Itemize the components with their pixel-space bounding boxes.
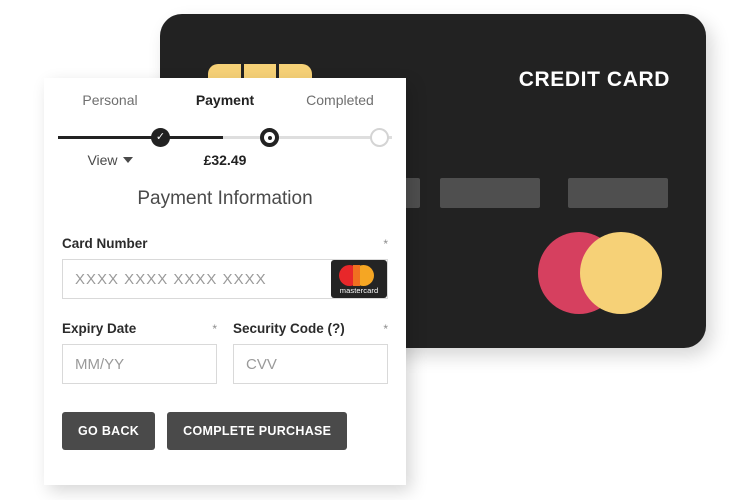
security-code-label[interactable]: Security Code (?) xyxy=(233,321,345,336)
step-label-personal[interactable]: Personal xyxy=(60,92,160,108)
check-circle-icon[interactable]: ✓ xyxy=(151,128,170,147)
mastercard-yellow-circle xyxy=(580,232,662,314)
step-track-filled xyxy=(58,136,223,139)
card-number-field-block: Card Number * mastercard xyxy=(44,236,406,299)
go-back-button[interactable]: GO BACK xyxy=(62,412,156,450)
expiry-input[interactable] xyxy=(62,344,217,384)
card-number-label-row: Card Number * xyxy=(62,236,388,251)
circle-empty-icon xyxy=(370,128,389,147)
step-label-completed: Completed xyxy=(306,92,374,108)
payment-form-panel: Personal Payment Completed ✓ View £32.49… xyxy=(44,78,406,485)
step-sub-row: View £32.49 . xyxy=(44,152,406,168)
mastercard-circles-icon xyxy=(538,232,662,314)
card-brand-label: CREDIT CARD xyxy=(518,68,670,91)
radio-selected-icon[interactable] xyxy=(260,128,279,147)
card-number-required-mark: * xyxy=(383,237,388,251)
page-title: Payment Information xyxy=(137,188,313,209)
card-number-placeholder-bar xyxy=(568,178,668,208)
step-sub-view[interactable]: View xyxy=(60,152,160,168)
card-number-label: Card Number xyxy=(62,236,148,251)
step-label-payment[interactable]: Payment xyxy=(175,92,275,108)
view-link-label: View xyxy=(87,152,118,168)
expiry-label: Expiry Date xyxy=(62,321,137,336)
chevron-down-icon xyxy=(122,157,133,164)
mastercard-badge-overlap xyxy=(353,265,360,286)
expiry-label-row: Expiry Date * xyxy=(62,321,217,336)
order-total-amount: £32.49 xyxy=(203,152,247,168)
complete-purchase-button[interactable]: COMPLETE PURCHASE xyxy=(167,412,348,450)
security-code-input[interactable] xyxy=(233,344,388,384)
form-action-row: GO BACK COMPLETE PURCHASE xyxy=(44,412,406,450)
mastercard-badge-icon: mastercard xyxy=(331,260,387,298)
checkout-step-indicator: Personal Payment Completed ✓ View £32.49… xyxy=(44,92,406,170)
expiry-security-row: Expiry Date * Security Code (?) * xyxy=(44,321,406,384)
security-code-label-row: Security Code (?) * xyxy=(233,321,388,336)
radio-inner-dot xyxy=(267,135,272,140)
expiry-field-block: Expiry Date * xyxy=(62,321,217,384)
card-number-input-wrapper: mastercard xyxy=(62,251,388,299)
security-code-required-mark: * xyxy=(383,322,388,336)
mastercard-badge-label: mastercard xyxy=(339,286,379,295)
step-label-row: Personal Payment Completed xyxy=(44,92,406,108)
security-code-field-block: Security Code (?) * xyxy=(233,321,388,384)
step-sub-completed: . xyxy=(290,152,390,168)
card-number-placeholder-bar xyxy=(440,178,540,208)
expiry-required-mark: * xyxy=(212,322,217,336)
